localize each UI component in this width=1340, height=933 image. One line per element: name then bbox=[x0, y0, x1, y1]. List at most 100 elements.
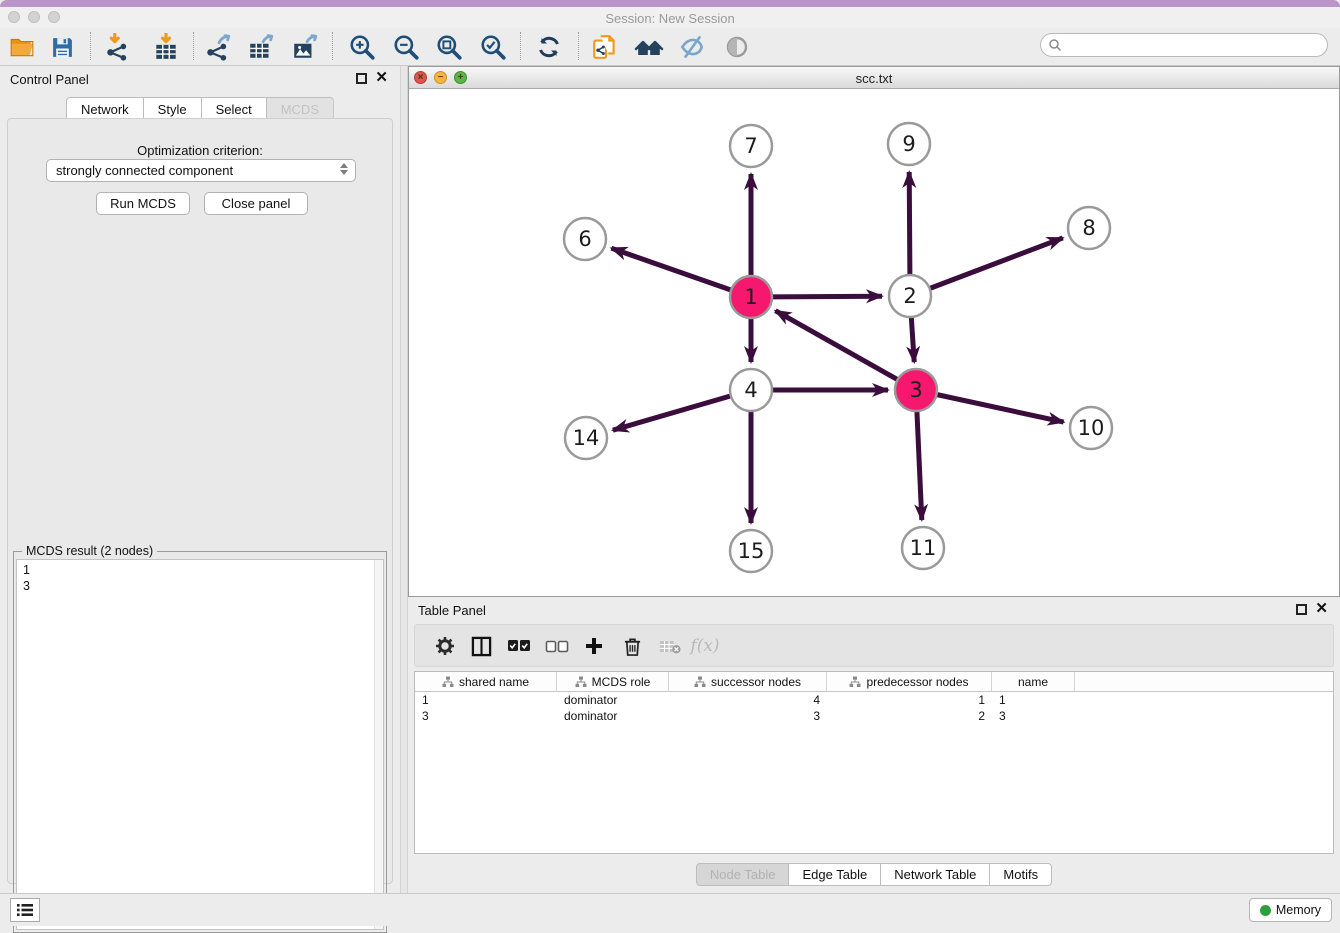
svg-text:10: 10 bbox=[1078, 416, 1105, 440]
show-hide-icon[interactable] bbox=[720, 30, 754, 64]
table-cell[interactable]: 3 bbox=[992, 709, 1075, 723]
table-cell[interactable]: 3 bbox=[669, 709, 827, 723]
graph-edge-4-14[interactable] bbox=[613, 396, 731, 430]
svg-text:9: 9 bbox=[902, 132, 915, 156]
graph-node-3[interactable]: 3 bbox=[895, 369, 937, 411]
column-header-MCDS-role[interactable]: MCDS role bbox=[557, 672, 669, 691]
memory-button[interactable]: Memory bbox=[1249, 898, 1332, 922]
zoom-in-icon[interactable] bbox=[345, 30, 379, 64]
close-table-panel-icon[interactable]: ✕ bbox=[1315, 601, 1328, 617]
graph-node-6[interactable]: 6 bbox=[564, 218, 606, 260]
graph-node-9[interactable]: 9 bbox=[888, 123, 930, 165]
optimization-criterion-label: Optimization criterion: bbox=[8, 143, 392, 158]
zoom-fit-icon[interactable] bbox=[432, 30, 466, 64]
select-all-rows-icon[interactable] bbox=[503, 629, 535, 663]
mcds-result-title: MCDS result (2 nodes) bbox=[22, 544, 157, 558]
delete-column-icon[interactable] bbox=[616, 629, 648, 663]
settings-icon[interactable] bbox=[429, 629, 461, 663]
column-header-shared-name[interactable]: shared name bbox=[415, 672, 557, 691]
visual-mapping-icon[interactable] bbox=[675, 30, 709, 64]
add-column-icon[interactable] bbox=[578, 629, 610, 663]
graph-edge-1-6[interactable] bbox=[611, 248, 731, 290]
graph-node-4[interactable]: 4 bbox=[730, 369, 772, 411]
tab-network-table[interactable]: Network Table bbox=[880, 863, 989, 886]
criterion-select[interactable]: strongly connected component bbox=[46, 159, 356, 182]
fx-label: f(x) bbox=[690, 636, 719, 656]
svg-text:3: 3 bbox=[909, 378, 922, 402]
close-panel-button[interactable]: Close panel bbox=[204, 192, 308, 215]
graph-edge-3-11[interactable] bbox=[917, 411, 922, 520]
table-cell[interactable]: 4 bbox=[669, 693, 827, 707]
table-cell[interactable]: 1 bbox=[827, 693, 992, 707]
column-header-name[interactable]: name bbox=[992, 672, 1075, 691]
node-table-header: shared nameMCDS rolesuccessor nodesprede… bbox=[415, 672, 1333, 692]
mcds-result-textarea[interactable]: 13 bbox=[16, 559, 384, 930]
export-table-icon[interactable] bbox=[244, 30, 278, 64]
svg-text:8: 8 bbox=[1082, 216, 1095, 240]
graph-node-1[interactable]: 1 bbox=[730, 276, 772, 318]
window-accent-strip bbox=[0, 0, 1340, 7]
graph-node-11[interactable]: 11 bbox=[902, 527, 944, 569]
svg-text:14: 14 bbox=[573, 426, 600, 450]
column-header-successor-nodes[interactable]: successor nodes bbox=[669, 672, 827, 691]
graph-node-7[interactable]: 7 bbox=[730, 125, 772, 167]
table-cell[interactable]: 3 bbox=[415, 709, 557, 723]
refresh-layout-icon[interactable] bbox=[532, 30, 566, 64]
run-mcds-button[interactable]: Run MCDS bbox=[96, 192, 190, 215]
table-row[interactable]: 1dominator411 bbox=[415, 692, 1333, 708]
graph-node-10[interactable]: 10 bbox=[1070, 407, 1112, 449]
tab-node-table[interactable]: Node Table bbox=[696, 863, 789, 886]
deselect-all-rows-icon[interactable] bbox=[541, 629, 573, 663]
mcds-result-lines: 13 bbox=[23, 562, 383, 594]
columns-icon[interactable] bbox=[465, 629, 497, 663]
graph-node-14[interactable]: 14 bbox=[565, 417, 607, 459]
table-cell[interactable]: dominator bbox=[557, 709, 669, 723]
select-stepper-icon bbox=[340, 163, 348, 175]
main-toolbar bbox=[0, 28, 1340, 66]
column-tree-icon bbox=[849, 676, 861, 688]
clone-network-icon[interactable] bbox=[588, 30, 622, 64]
zoom-selected-icon[interactable] bbox=[476, 30, 510, 64]
graph-edge-1-2[interactable] bbox=[772, 296, 882, 297]
network-window-titlebar[interactable]: × − + scc.txt bbox=[409, 67, 1339, 89]
table-cell[interactable]: 1 bbox=[415, 693, 557, 707]
table-cell[interactable]: dominator bbox=[557, 693, 669, 707]
graph-node-8[interactable]: 8 bbox=[1068, 207, 1110, 249]
export-network-icon[interactable] bbox=[201, 30, 235, 64]
table-cell[interactable]: 2 bbox=[827, 709, 992, 723]
result-scrollbar[interactable] bbox=[374, 560, 383, 929]
graph-edge-3-1[interactable] bbox=[775, 311, 897, 380]
graph-edge-2-9[interactable] bbox=[909, 172, 910, 275]
network-canvas-svg[interactable]: 7 9 6 8 1 2 4 3 14 10 15 11 bbox=[409, 89, 1339, 596]
graph-node-15[interactable]: 15 bbox=[730, 530, 772, 572]
svg-text:7: 7 bbox=[744, 134, 757, 158]
table-tabs: Node TableEdge TableNetwork TableMotifs bbox=[408, 863, 1340, 886]
save-session-icon[interactable] bbox=[45, 30, 79, 64]
table-row[interactable]: 3dominator323 bbox=[415, 708, 1333, 724]
graph-edge-2-8[interactable] bbox=[930, 238, 1063, 289]
float-table-panel-icon[interactable] bbox=[1296, 604, 1307, 615]
home-layout-icon[interactable] bbox=[632, 30, 666, 64]
tab-motifs[interactable]: Motifs bbox=[989, 863, 1052, 886]
search-input[interactable] bbox=[1066, 38, 1327, 52]
window-titlebar: Session: New Session bbox=[0, 7, 1340, 28]
import-table-icon[interactable] bbox=[149, 30, 183, 64]
import-network-icon[interactable] bbox=[101, 30, 135, 64]
delete-table-icon[interactable] bbox=[654, 629, 686, 663]
zoom-out-icon[interactable] bbox=[389, 30, 423, 64]
tab-edge-table[interactable]: Edge Table bbox=[788, 863, 880, 886]
column-header-predecessor-nodes[interactable]: predecessor nodes bbox=[827, 672, 992, 691]
graph-node-2[interactable]: 2 bbox=[889, 275, 931, 317]
float-panel-icon[interactable] bbox=[356, 73, 367, 84]
table-cell[interactable]: 1 bbox=[992, 693, 1075, 707]
export-image-icon[interactable] bbox=[288, 30, 322, 64]
open-session-icon[interactable] bbox=[5, 30, 39, 64]
task-history-button[interactable] bbox=[10, 898, 40, 922]
function-builder-icon[interactable]: f(x) bbox=[689, 629, 721, 663]
table-panel-title: Table Panel bbox=[418, 603, 486, 618]
search-icon bbox=[1048, 38, 1062, 52]
panel-splitter[interactable] bbox=[400, 66, 408, 893]
graph-edge-2-3[interactable] bbox=[911, 317, 914, 362]
close-panel-icon[interactable]: ✕ bbox=[375, 70, 388, 86]
graph-edge-3-10[interactable] bbox=[937, 395, 1064, 423]
